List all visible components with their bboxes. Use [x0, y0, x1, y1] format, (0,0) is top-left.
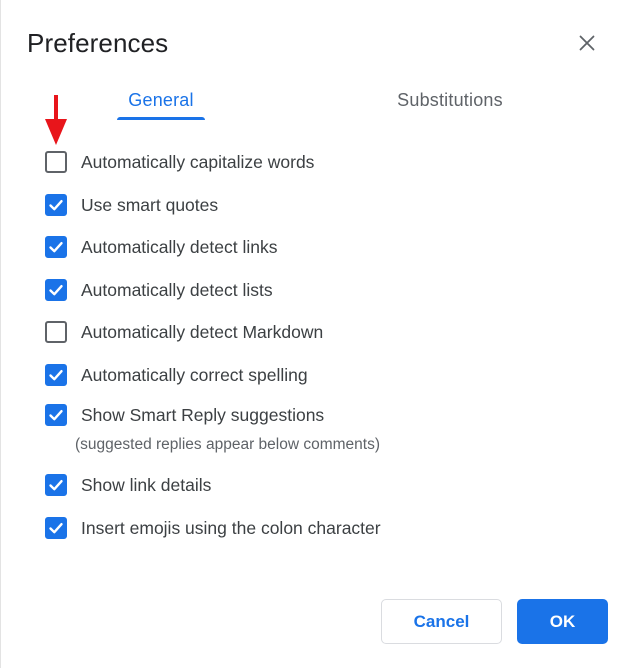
- option-label: Automatically detect links: [81, 236, 278, 257]
- checkmark-icon: [49, 480, 63, 491]
- tab-substitutions-label: Substitutions: [397, 90, 503, 110]
- close-icon: [579, 35, 595, 51]
- option-label: Show Smart Reply suggestions: [81, 404, 325, 425]
- tab-general-label: General: [128, 90, 194, 110]
- option-detect-links[interactable]: Automatically detect links: [45, 235, 277, 259]
- checkbox-checked[interactable]: [45, 404, 67, 426]
- checkbox-checked[interactable]: [45, 279, 67, 301]
- checkbox-checked[interactable]: [45, 517, 67, 539]
- checkmark-icon: [49, 200, 63, 211]
- option-smart-reply[interactable]: Show Smart Reply suggestions: [45, 403, 324, 427]
- checkbox-checked[interactable]: [45, 474, 67, 496]
- active-tab-indicator: [117, 117, 205, 120]
- checkbox-checked[interactable]: [45, 364, 67, 386]
- cancel-button[interactable]: Cancel: [381, 599, 502, 644]
- ok-button[interactable]: OK: [517, 599, 608, 644]
- option-emoji-colon[interactable]: Insert emojis using the colon character: [45, 516, 381, 540]
- checkbox-unchecked[interactable]: [45, 151, 67, 173]
- option-label: Automatically correct spelling: [81, 364, 308, 385]
- checkbox-checked[interactable]: [45, 236, 67, 258]
- option-smart-quotes[interactable]: Use smart quotes: [45, 193, 218, 217]
- checkmark-icon: [49, 410, 63, 421]
- option-link-details[interactable]: Show link details: [45, 473, 211, 497]
- red-arrow-down-icon: [45, 95, 67, 145]
- smart-reply-hint: (suggested replies appear below comments…: [75, 436, 380, 453]
- dialog-title: Preferences: [27, 28, 169, 58]
- checkmark-icon: [49, 523, 63, 534]
- checkmark-icon: [49, 285, 63, 296]
- checkbox-unchecked[interactable]: [45, 321, 67, 343]
- option-label: Automatically detect Markdown: [81, 321, 324, 342]
- close-button[interactable]: [572, 28, 602, 58]
- option-correct-spelling[interactable]: Automatically correct spelling: [45, 363, 308, 387]
- tab-general[interactable]: General: [117, 82, 205, 120]
- tab-bar: General Substitutions: [1, 82, 633, 122]
- option-label: Use smart quotes: [81, 194, 219, 215]
- option-label: Automatically detect lists: [81, 279, 273, 300]
- option-detect-markdown[interactable]: Automatically detect Markdown: [45, 320, 323, 344]
- option-label: Automatically capitalize words: [81, 151, 315, 172]
- checkmark-icon: [49, 242, 63, 253]
- option-capitalize-words[interactable]: Automatically capitalize words: [45, 150, 314, 174]
- tab-substitutions[interactable]: Substitutions: [385, 82, 515, 118]
- checkmark-icon: [49, 370, 63, 381]
- option-label: Insert emojis using the colon character: [81, 517, 381, 538]
- option-detect-lists[interactable]: Automatically detect lists: [45, 278, 273, 302]
- checkbox-checked[interactable]: [45, 194, 67, 216]
- option-label: Show link details: [81, 474, 212, 495]
- preferences-dialog: Preferences General Substitutions Automa…: [0, 0, 633, 668]
